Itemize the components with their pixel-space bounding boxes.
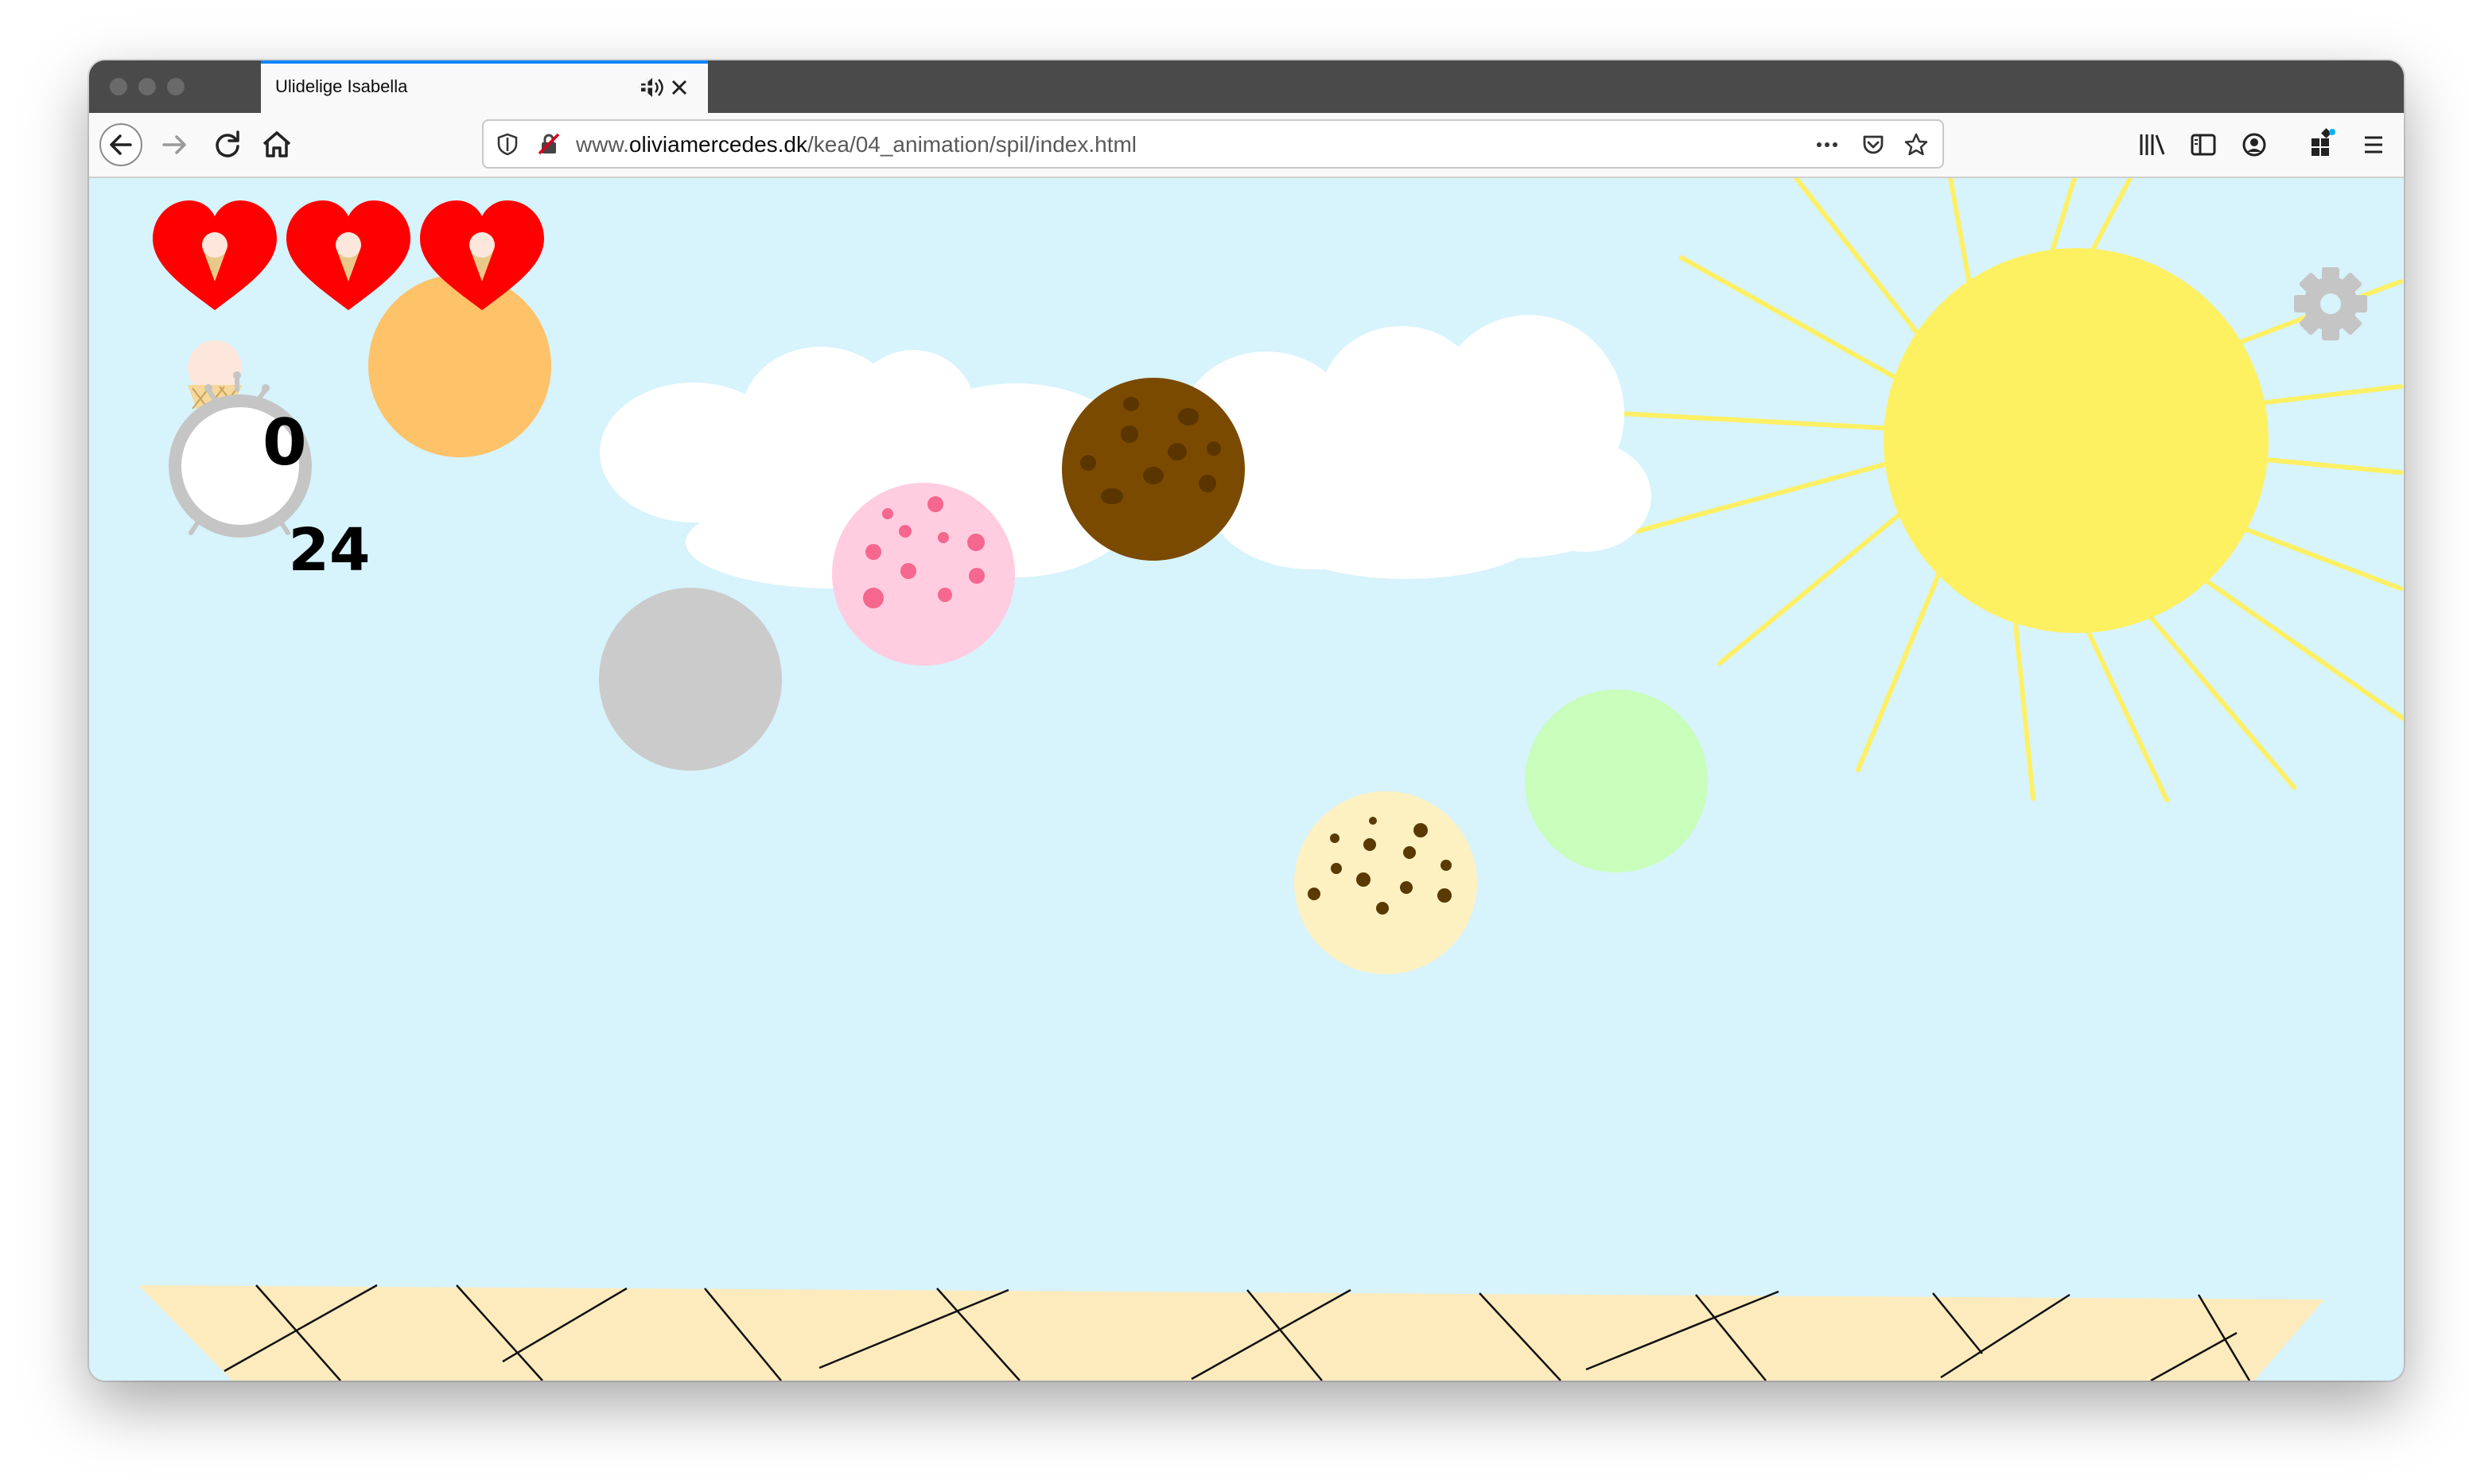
sidebar-icon[interactable] [2181,122,2226,167]
cookie-dough-scoop[interactable] [1294,791,1477,974]
sun [1619,178,2404,802]
orange-scoop[interactable] [368,274,551,457]
heart-cone-icon [153,200,277,310]
reload-button[interactable] [205,122,250,167]
mint-scoop[interactable] [1525,690,1708,872]
extensions-icon[interactable] [2300,122,2345,167]
heart-cone-icon [286,200,410,310]
shield-icon[interactable] [495,131,520,157]
page-actions-icon[interactable] [1814,132,1841,157]
tab-bar: Ulidelige Isabella [89,60,2404,113]
game-area: 0 24 [89,178,2404,1381]
url-prefix: www. [576,132,629,157]
new-tab-icon[interactable] [627,67,667,107]
sun-disc [1884,248,2269,633]
library-icon[interactable] [2130,122,2175,167]
url-bar[interactable]: www.oliviamercedes.dk/kea/04_animation/s… [482,119,1944,169]
account-icon[interactable] [2232,122,2277,167]
close-window-button[interactable] [110,78,127,95]
home-button[interactable] [255,122,299,167]
zoom-window-button[interactable] [167,78,185,95]
score-value: 0 [262,406,307,480]
chocolate-chip-scoop[interactable] [1062,378,1245,561]
grey-scoop[interactable] [599,588,782,771]
game-scene [138,178,2404,1381]
gear-icon[interactable] [2294,267,2367,340]
strawberry-scoop[interactable] [832,483,1015,666]
menu-icon[interactable] [2351,122,2396,167]
url-path: /kea/04_animation/spil/index.html [807,132,1137,157]
bookmark-star-icon[interactable] [1903,131,1930,158]
tab-title: Ulidelige Isabella [275,76,408,96]
insecure-lock-icon[interactable] [536,131,562,157]
url-text[interactable]: www.oliviamercedes.dk/kea/04_animation/s… [576,132,1137,157]
nav-toolbar: www.oliviamercedes.dk/kea/04_animation/s… [89,113,2404,178]
close-tab-icon[interactable] [665,73,694,102]
pocket-icon[interactable] [1860,131,1887,158]
waffle-cone[interactable] [138,1284,2324,1381]
back-button[interactable] [99,122,143,167]
minimize-window-button[interactable] [138,78,156,95]
url-domain: oliviamercedes.dk [628,132,808,157]
lives [153,200,544,310]
browser-window: Ulidelige Isabella www.oliviamercedes.dk… [89,60,2404,1381]
forward-button[interactable] [153,122,197,167]
timer-value: 24 [288,516,371,585]
